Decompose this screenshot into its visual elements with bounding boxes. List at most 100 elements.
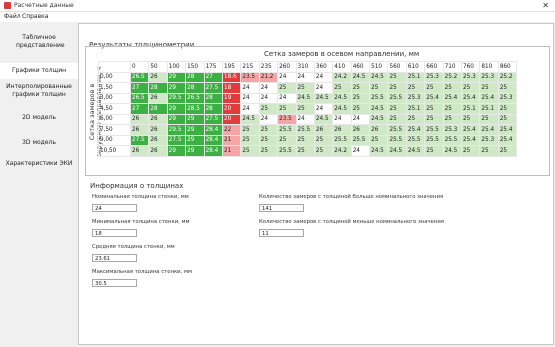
table-cell[interactable]: 24.5 (369, 71, 389, 83)
table-cell[interactable]: 25 (258, 103, 279, 115)
count-above-field[interactable]: 141 (259, 204, 304, 212)
table-cell[interactable]: 25 (277, 82, 297, 94)
table-cell[interactable]: 24 (313, 71, 334, 83)
table-cell[interactable]: 24.5 (405, 145, 426, 157)
table-cell[interactable]: 23.5 (240, 71, 260, 83)
table-cell[interactable]: 25 (424, 145, 444, 157)
table-cell[interactable]: 25.5 (332, 134, 352, 146)
count-below-field[interactable]: 11 (259, 229, 304, 237)
table-cell[interactable]: 28 (203, 103, 223, 115)
table-cell[interactable]: 25.5 (350, 134, 371, 146)
table-cell[interactable]: 28 (148, 82, 168, 94)
table-cell[interactable]: 25.4 (442, 92, 463, 104)
max-field[interactable]: 30.5 (92, 279, 137, 287)
table-cell[interactable]: 25.3 (424, 71, 444, 83)
table-cell[interactable]: 25 (313, 134, 334, 146)
table-cell[interactable]: 24.5 (240, 113, 260, 125)
table-cell[interactable]: 25 (350, 82, 371, 94)
table-cell[interactable]: 18 (221, 82, 242, 94)
table-cell[interactable]: 19 (221, 92, 242, 104)
table-cell[interactable]: 29 (166, 113, 187, 125)
table-cell[interactable]: 26 (369, 124, 389, 136)
table-cell[interactable]: 25 (295, 134, 315, 146)
table-cell[interactable]: 24.5 (350, 71, 371, 83)
table-cell[interactable]: 29.5 (166, 92, 187, 104)
table-cell[interactable]: 28 (185, 82, 205, 94)
table-cell[interactable]: 26 (129, 124, 150, 136)
sidebar-item-thickness-graphs[interactable]: Графики толщин (0, 63, 78, 79)
table-cell[interactable]: 25.3 (442, 124, 463, 136)
table-cell[interactable]: 25 (424, 82, 444, 94)
table-cell[interactable]: 26 (350, 124, 371, 136)
table-cell[interactable]: 25.5 (295, 124, 315, 136)
sidebar-item-interpolated-graphs[interactable]: Интерполированные графики толщин (0, 83, 78, 99)
table-cell[interactable]: 27.5 (166, 134, 187, 146)
table-cell[interactable]: 28 (185, 71, 205, 83)
table-cell[interactable]: 26 (148, 113, 168, 125)
table-cell[interactable]: 29 (166, 82, 187, 94)
table-cell[interactable]: 25 (387, 103, 407, 115)
table-cell[interactable]: 29 (185, 134, 205, 146)
table-cell[interactable]: 24.2 (332, 145, 352, 157)
table-cell[interactable]: 25 (240, 134, 260, 146)
table-cell[interactable]: 28 (203, 92, 223, 104)
table-cell[interactable]: 25 (258, 145, 279, 157)
table-cell[interactable]: 24.5 (369, 103, 389, 115)
table-cell[interactable]: 25 (277, 134, 297, 146)
avg-field[interactable]: 23.61 (92, 254, 137, 262)
table-cell[interactable]: 25 (295, 82, 315, 94)
table-cell[interactable]: 24 (313, 103, 334, 115)
table-cell[interactable]: 24.5 (332, 103, 352, 115)
table-cell[interactable]: 29 (185, 145, 205, 157)
table-cell[interactable]: 25 (442, 82, 463, 94)
table-cell[interactable]: 25.4 (479, 92, 499, 104)
table-cell[interactable]: 24 (240, 82, 260, 94)
table-cell[interactable]: 24 (277, 92, 297, 104)
table-cell[interactable]: 25.5 (387, 124, 407, 136)
table-cell[interactable]: 25.5 (369, 92, 389, 104)
table-cell[interactable]: 25 (461, 113, 481, 125)
table-cell[interactable]: 27 (203, 71, 223, 83)
table-cell[interactable]: 25 (442, 103, 463, 115)
table-cell[interactable]: 25 (497, 113, 518, 125)
table-cell[interactable]: 24.5 (369, 113, 389, 125)
table-cell[interactable]: 24 (258, 82, 279, 94)
table-cell[interactable]: 25 (461, 82, 481, 94)
table-cell[interactable]: 25 (387, 71, 407, 83)
table-cell[interactable]: 26 (148, 134, 168, 146)
table-cell[interactable]: 25.4 (497, 124, 518, 136)
table-cell[interactable]: 25 (387, 82, 407, 94)
table-cell[interactable]: 25.5 (442, 134, 463, 146)
table-cell[interactable]: 25.3 (479, 71, 499, 83)
table-cell[interactable]: 25.3 (405, 92, 426, 104)
table-cell[interactable]: 25 (258, 124, 279, 136)
table-cell[interactable]: 25 (497, 82, 518, 94)
table-cell[interactable]: 28 (148, 103, 168, 115)
table-cell[interactable]: 21 (221, 145, 242, 157)
table-cell[interactable]: 25.1 (405, 103, 426, 115)
table-cell[interactable]: 29 (166, 145, 187, 157)
table-cell[interactable]: 20 (221, 103, 242, 115)
table-cell[interactable]: 25 (387, 113, 407, 125)
sidebar-item-3d-model[interactable]: 3D модель (0, 139, 78, 147)
table-cell[interactable]: 26 (148, 71, 168, 83)
table-cell[interactable]: 25 (313, 145, 334, 157)
table-cell[interactable]: 25 (497, 145, 518, 157)
table-cell[interactable]: 29 (166, 71, 187, 83)
table-cell[interactable]: 22 (221, 124, 242, 136)
table-cell[interactable]: 25.4 (461, 134, 481, 146)
table-cell[interactable]: 25 (258, 134, 279, 146)
table-cell[interactable]: 24.5 (332, 92, 352, 104)
table-cell[interactable]: 26.5 (129, 92, 150, 104)
table-cell[interactable]: 24.2 (332, 71, 352, 83)
table-cell[interactable]: 25.5 (387, 134, 407, 146)
table-cell[interactable]: 26 (148, 124, 168, 136)
table-cell[interactable]: 25 (497, 103, 518, 115)
table-cell[interactable]: 25.4 (424, 92, 444, 104)
table-cell[interactable]: 24 (313, 82, 334, 94)
table-cell[interactable]: 23.5 (277, 113, 297, 125)
table-cell[interactable]: 25.5 (424, 124, 444, 136)
table-cell[interactable]: 25 (405, 113, 426, 125)
table-cell[interactable]: 25.3 (461, 71, 481, 83)
table-cell[interactable]: 25.5 (387, 92, 407, 104)
